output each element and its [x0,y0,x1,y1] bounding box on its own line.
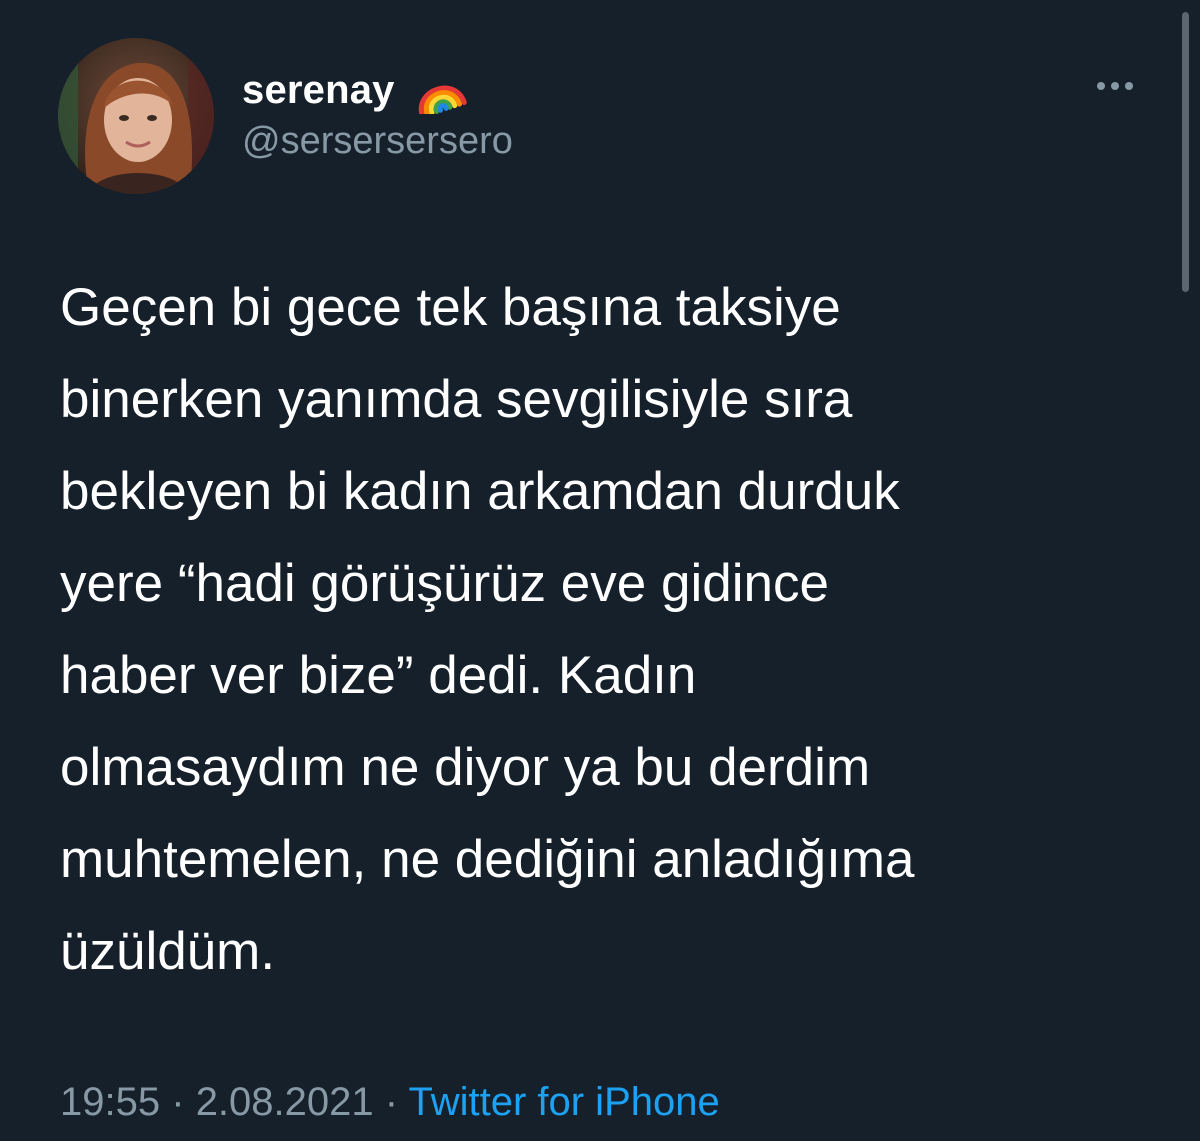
rainbow-icon [409,66,469,119]
scrollbar[interactable] [1182,12,1189,292]
tweet: serenay @serserserserо Geçen bi gece tek… [0,0,1200,1141]
more-options-button[interactable] [1090,70,1140,102]
avatar[interactable] [58,38,214,194]
tweet-text-line: olmasaydım ne diyor ya bu derdim [60,738,871,797]
author-name-row[interactable]: serenay [242,62,469,119]
avatar-photo [58,38,214,194]
tweet-time[interactable]: 19:55 [60,1080,160,1124]
tweet-text-line: Geçen bi gece tek başına taksiye [60,278,841,337]
tweet-source-link[interactable]: Twitter for iPhone [408,1080,719,1124]
tweet-text-line: üzüldüm. [60,922,276,981]
tweet-text-line: binerken yanımda sevgilisiyle sıra [60,370,853,429]
tweet-meta: 19:55 · 2.08.2021 · Twitter for iPhone [60,1080,720,1125]
tweet-text-line: bekleyen bi kadın arkamdan durduk [60,462,900,521]
meta-separator: · [171,1080,185,1124]
tweet-text: Geçen bi gece tek başına taksiye binerke… [60,262,1140,998]
more-horizontal-icon [1097,82,1105,90]
user-handle[interactable]: @serserserserо [242,120,513,163]
meta-separator: · [384,1080,399,1124]
tweet-text-line: muhtemelen, ne dediğini anladığıma [60,830,915,889]
tweet-date[interactable]: 2.08.2021 [196,1080,374,1124]
tweet-text-line: yere “hadi görüşürüz eve gidince [60,554,829,613]
tweet-text-line: haber ver bize” dedi. Kadın [60,646,697,705]
display-name[interactable]: serenay [242,68,395,113]
